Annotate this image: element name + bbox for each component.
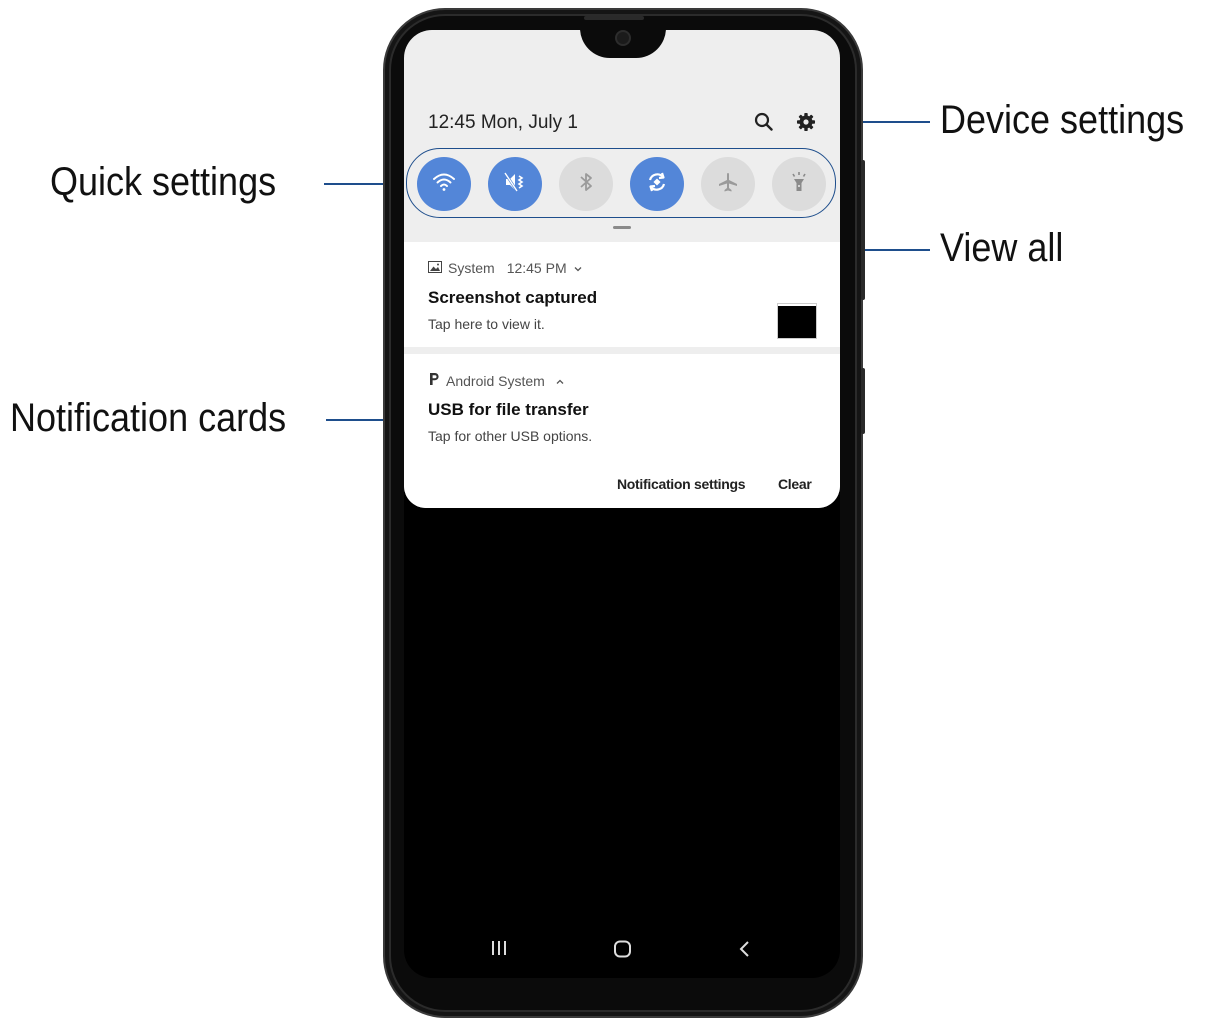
notification-card-screenshot[interactable]: System 12:45 PM Screenshot captured Tap …	[404, 242, 840, 347]
bluetooth-toggle[interactable]	[559, 157, 613, 211]
wifi-toggle[interactable]	[417, 157, 471, 211]
clear-button[interactable]: Clear	[778, 476, 812, 492]
screenshot-thumbnail	[778, 304, 816, 338]
phone-screen: 12:45 Mon, July 1 System 12:45 PM Screen…	[404, 30, 840, 978]
home-icon[interactable]	[613, 940, 633, 963]
notification-body: Tap for other USB options.	[428, 428, 593, 444]
notification-title: Screenshot captured	[428, 288, 598, 307]
chevron-up-icon[interactable]	[555, 373, 565, 389]
notification-meta: Android System	[428, 372, 565, 389]
auto-rotate-toggle[interactable]	[630, 157, 684, 211]
bluetooth-icon	[574, 170, 598, 199]
gear-icon[interactable]	[794, 110, 818, 134]
android-system-p-icon	[428, 372, 440, 389]
sound-mode-toggle[interactable]	[488, 157, 542, 211]
flashlight-icon	[787, 170, 811, 199]
notification-app-name: System	[448, 260, 495, 276]
auto-rotate-icon	[644, 169, 670, 200]
earpiece-speaker	[584, 16, 644, 20]
search-icon[interactable]	[752, 110, 776, 134]
wifi-icon	[431, 169, 457, 200]
power-button	[861, 368, 865, 434]
notification-meta: System 12:45 PM	[428, 260, 583, 276]
image-icon	[428, 260, 442, 276]
view-all-handle[interactable]	[613, 226, 631, 229]
mute-vibrate-icon	[502, 169, 528, 200]
callout-view-all: View all	[940, 226, 1064, 270]
notification-app-name: Android System	[446, 372, 545, 389]
front-camera	[617, 32, 629, 44]
recents-icon[interactable]	[490, 940, 508, 961]
status-time-date: 12:45 Mon, July 1	[428, 112, 578, 133]
volume-button	[861, 160, 865, 300]
back-icon[interactable]	[738, 940, 752, 963]
airplane-mode-toggle[interactable]	[701, 157, 755, 211]
airplane-icon	[716, 170, 740, 199]
notification-title: USB for file transfer	[428, 400, 589, 419]
notification-time: 12:45 PM	[506, 260, 567, 276]
notification-body: Tap here to view it.	[428, 316, 545, 332]
chevron-down-icon[interactable]	[573, 260, 583, 276]
notification-panel: 12:45 Mon, July 1 System 12:45 PM Screen…	[404, 30, 840, 508]
callout-notification-cards: Notification cards	[10, 396, 287, 440]
callout-quick-settings: Quick settings	[50, 160, 277, 204]
flashlight-toggle[interactable]	[772, 157, 826, 211]
notification-settings-button[interactable]: Notification settings	[617, 476, 746, 492]
callout-device-settings: Device settings	[940, 98, 1185, 142]
